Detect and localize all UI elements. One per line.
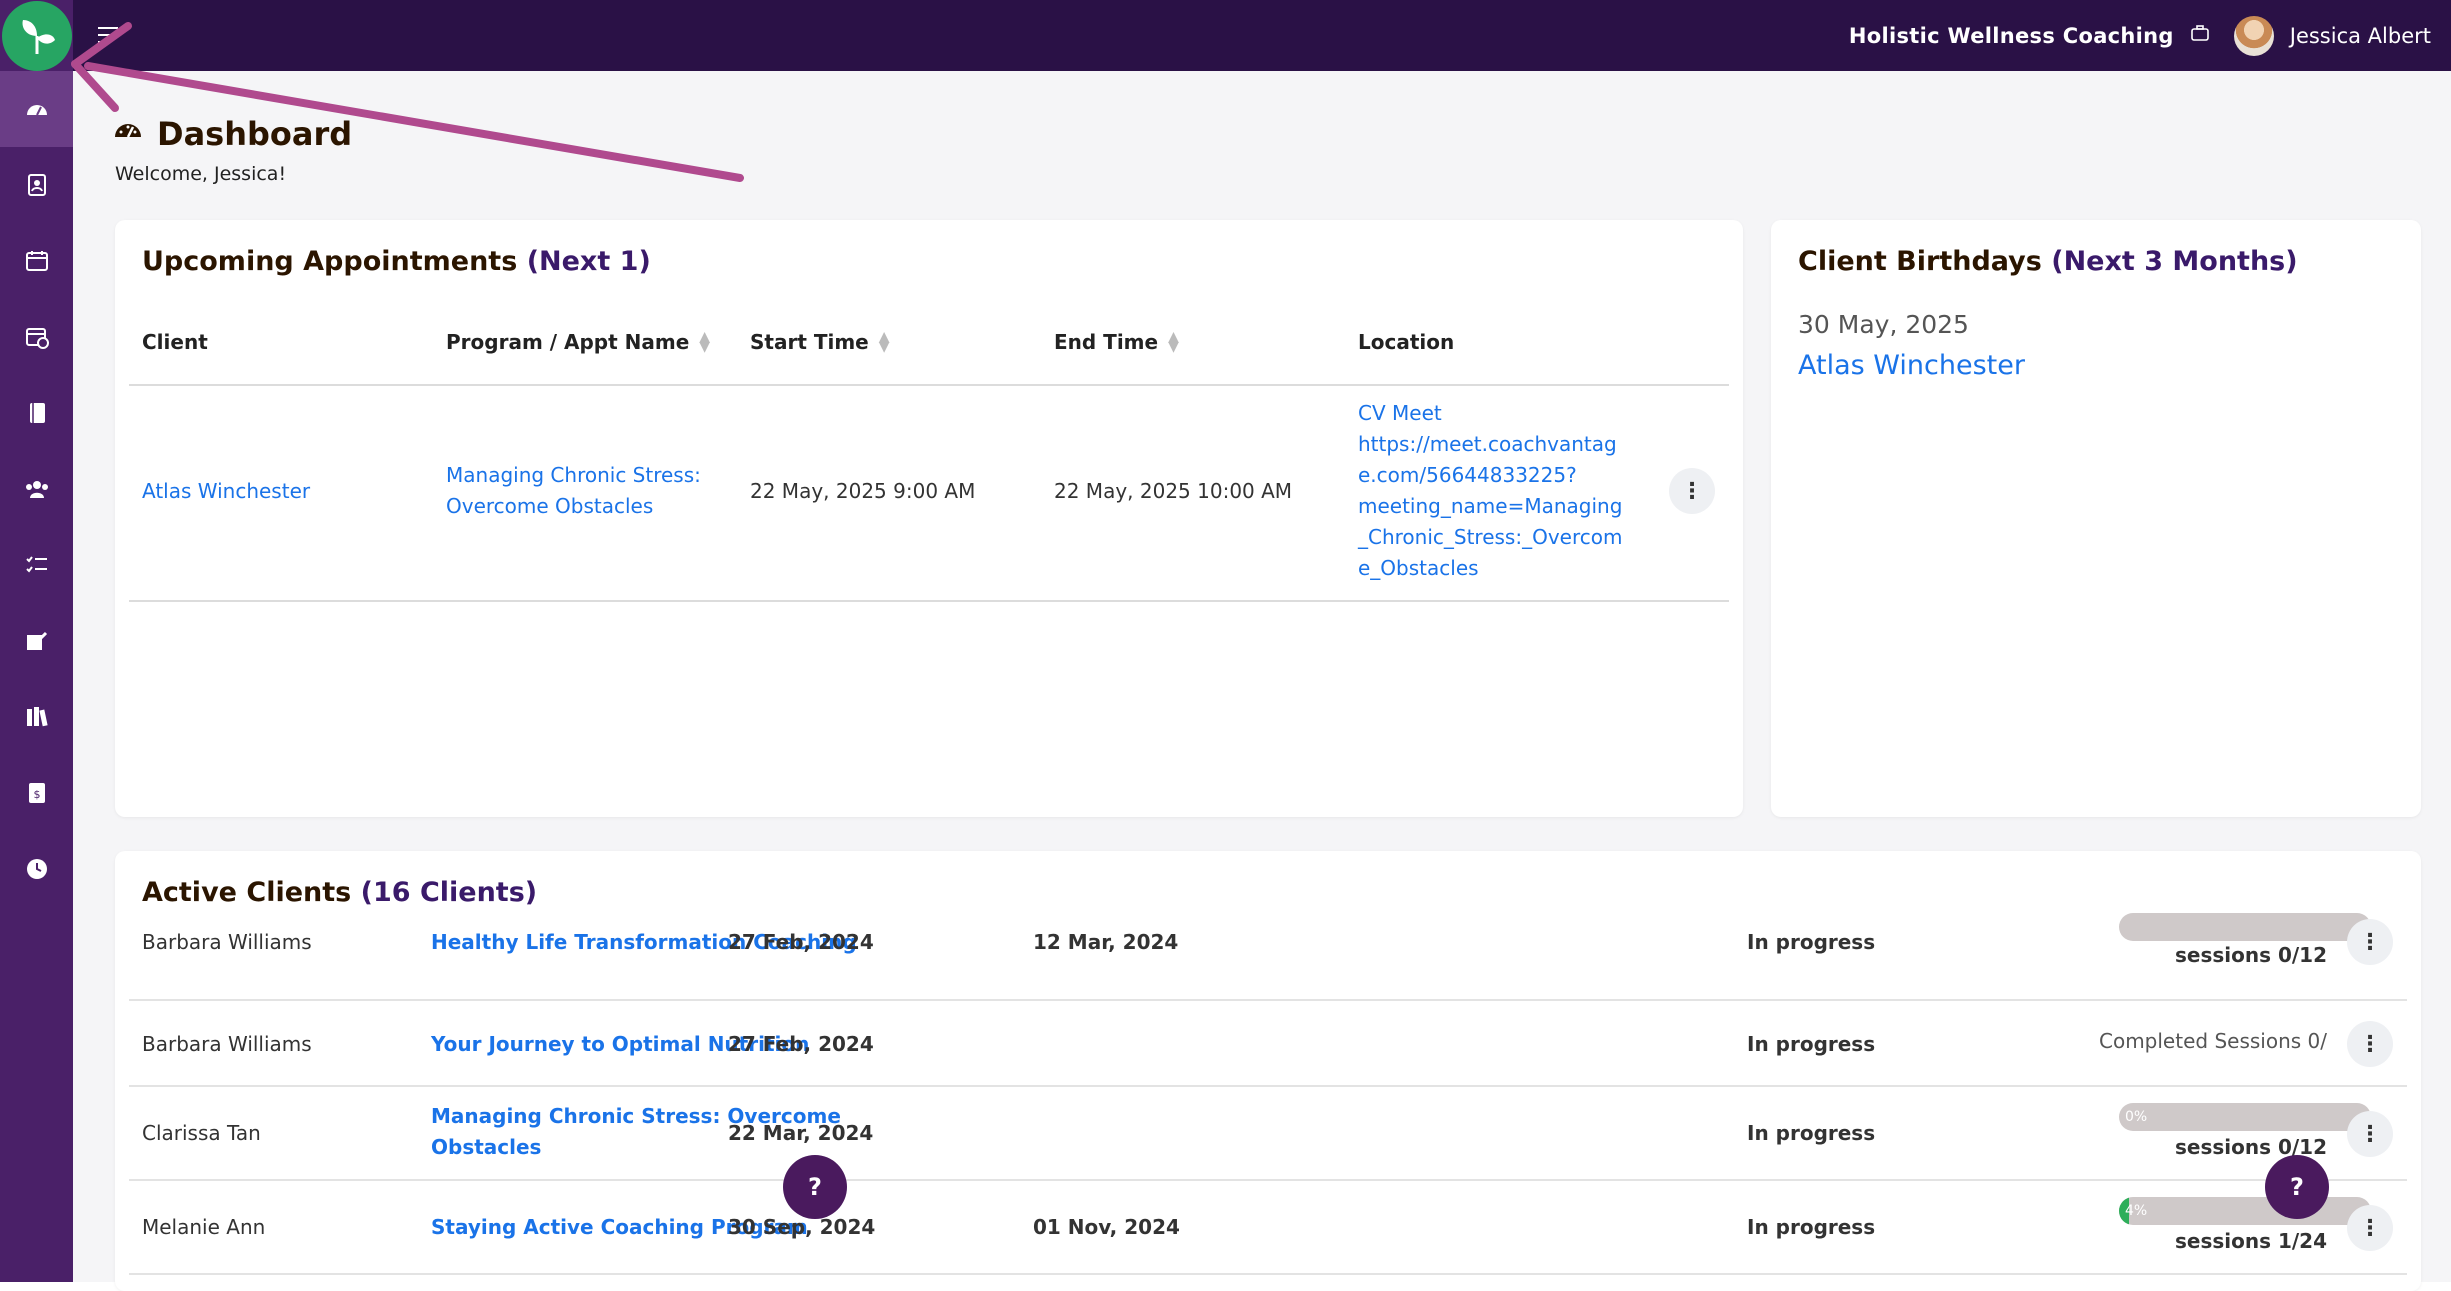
page-title: Dashboard [113, 115, 352, 153]
row-actions-button[interactable]: ⋮ [2347, 919, 2393, 965]
company-name: Holistic Wellness Coaching [1848, 23, 2174, 48]
welcome-message: Welcome, Jessica! [115, 163, 287, 185]
sort-icon[interactable]: ▲ ▼ [1168, 330, 1179, 354]
status-text: In progress [1747, 1032, 1876, 1056]
row-actions-button[interactable]: ⋮ [2347, 1111, 2393, 1157]
clock-icon[interactable] [0, 831, 73, 907]
book-icon[interactable] [0, 375, 73, 451]
client-birthdays-card: Client Birthdays (Next 3 Months) 30 May,… [1771, 220, 2421, 817]
card-title-accent: (16 Clients) [360, 877, 538, 908]
sprout-logo-icon [1, 0, 72, 71]
end-date: 12 Mar, 2024 [1033, 930, 1179, 954]
progress-bar: 0% [2119, 1103, 2371, 1131]
client-name: Clarissa Tan [142, 1121, 261, 1145]
library-icon[interactable] [0, 679, 73, 755]
column-header-program[interactable]: Program / Appt Name ▲ ▼ [446, 330, 710, 354]
users-icon[interactable] [0, 451, 73, 527]
header-divider [129, 384, 1729, 386]
contacts-icon[interactable] [0, 147, 73, 223]
card-title-text: Upcoming Appointments [142, 246, 518, 277]
appointment-end-time: 22 May, 2025 10:00 AM [1054, 479, 1293, 503]
client-name: Barbara Williams [142, 930, 312, 954]
sidebar: $ [0, 0, 73, 1282]
start-date: 27 Feb, 2024 [728, 1032, 874, 1056]
row-actions-button[interactable]: ⋮ [1669, 468, 1715, 514]
card-title: Upcoming Appointments (Next 1) [142, 246, 651, 277]
help-button[interactable]: ? [783, 1155, 847, 1219]
upcoming-appointments-card: Upcoming Appointments (Next 1) Client Pr… [115, 220, 1743, 817]
sort-icon[interactable]: ▲ ▼ [879, 330, 890, 354]
progress-label: 4% [2125, 1203, 2148, 1219]
column-header-start-time[interactable]: Start Time ▲ ▼ [750, 330, 890, 354]
calendar-icon[interactable] [0, 223, 73, 299]
completed-sessions: Completed Sessions 0/ [2099, 1029, 2327, 1053]
start-date: 22 Mar, 2024 [728, 1121, 874, 1145]
appointment-program-link[interactable]: Managing Chronic Stress: Overcome Obstac… [446, 460, 701, 522]
column-header-location: Location [1358, 330, 1455, 354]
card-title-text: Active Clients [142, 877, 352, 908]
table-row: Barbara Williams Healthy Life Transforma… [129, 913, 2407, 1001]
column-header-end-time[interactable]: End Time ▲ ▼ [1054, 330, 1179, 354]
sort-icon[interactable]: ▲ ▼ [699, 330, 710, 354]
active-clients-card: Active Clients (16 Clients) Barbara Will… [115, 851, 2421, 1291]
status-text: In progress [1747, 1215, 1876, 1239]
start-date: 30 Sep, 2024 [728, 1215, 876, 1239]
svg-text:$: $ [33, 788, 40, 801]
invoice-icon[interactable]: $ [0, 755, 73, 831]
help-button[interactable]: ? [2265, 1155, 2329, 1219]
user-name[interactable]: Jessica Albert [2290, 24, 2431, 48]
topbar: Holistic Wellness Coaching Jessica Alber… [73, 0, 2451, 71]
dashboard-icon[interactable] [0, 71, 73, 147]
card-title-accent: (Next 3 Months) [2051, 246, 2298, 277]
client-name: Barbara Williams [142, 1032, 312, 1056]
status-text: In progress [1747, 1121, 1876, 1145]
menu-toggle-icon[interactable] [95, 22, 121, 48]
dashboard-icon [113, 115, 143, 153]
row-divider [129, 600, 1729, 602]
page-title-text: Dashboard [157, 115, 353, 153]
checklist-icon[interactable] [0, 527, 73, 603]
main-content: Dashboard Welcome, Jessica! Upcoming App… [73, 71, 2451, 1291]
column-header-client: Client [142, 330, 208, 354]
progress-bar [2119, 913, 2371, 941]
table-row: Melanie Ann Staying Active Coaching Prog… [129, 1181, 2407, 1275]
card-title: Active Clients (16 Clients) [142, 877, 537, 908]
top-right: Holistic Wellness Coaching Jessica Alber… [1849, 0, 2431, 71]
avatar[interactable] [2233, 15, 2274, 56]
appointment-start-time: 22 May, 2025 9:00 AM [750, 479, 976, 503]
client-name: Melanie Ann [142, 1215, 266, 1239]
briefcase-icon[interactable] [2190, 23, 2210, 48]
progress-label: 0% [2125, 1109, 2148, 1125]
card-title-text: Client Birthdays [1798, 246, 2042, 277]
edit-note-icon[interactable] [0, 603, 73, 679]
appointment-location-link[interactable]: CV Meet https://meet.coachvantag e.com/5… [1358, 398, 1622, 584]
start-date: 27 Feb, 2024 [728, 930, 874, 954]
end-date: 01 Nov, 2024 [1033, 1215, 1180, 1239]
card-title: Client Birthdays (Next 3 Months) [1798, 246, 2298, 277]
calendar-clock-icon[interactable] [0, 299, 73, 375]
logo[interactable] [0, 0, 73, 71]
row-actions-button[interactable]: ⋮ [2347, 1205, 2393, 1251]
table-row: Barbara Williams Your Journey to Optimal… [129, 1001, 2407, 1087]
status-text: In progress [1747, 930, 1876, 954]
birthday-client-link[interactable]: Atlas Winchester [1798, 350, 2025, 381]
table-row: Clarissa Tan Managing Chronic Stress: Ov… [129, 1087, 2407, 1181]
row-actions-button[interactable]: ⋮ [2347, 1021, 2393, 1067]
sessions-count: sessions 0/12 [2174, 943, 2327, 967]
card-title-accent: (Next 1) [526, 246, 651, 277]
sessions-count: sessions 1/24 [2174, 1229, 2327, 1253]
birthday-date: 30 May, 2025 [1798, 310, 1969, 339]
appointment-client-link[interactable]: Atlas Winchester [142, 476, 310, 507]
progress-bar: 4% [2119, 1197, 2371, 1225]
